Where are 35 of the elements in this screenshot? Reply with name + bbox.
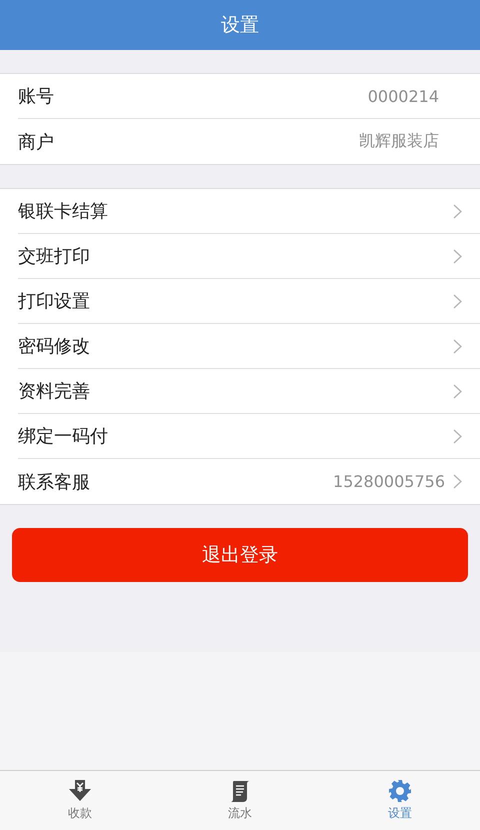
chevron-icon xyxy=(453,294,462,308)
tab[interactable]: 流水 xyxy=(160,771,320,830)
chevron-icon xyxy=(453,428,462,444)
chevron-icon xyxy=(453,338,462,354)
row-label: 账号 xyxy=(18,85,55,108)
row-value: 0000214 xyxy=(368,86,439,106)
menu-item[interactable]: 联系客服 15280005756 xyxy=(18,459,480,504)
menu-label: 密码修改 xyxy=(18,335,91,358)
logout-button[interactable]: 退出登录 xyxy=(12,528,468,582)
tab[interactable]: 收款 xyxy=(0,771,160,830)
menu-label: 联系客服 xyxy=(18,470,91,494)
tab-label: 设置 xyxy=(388,805,412,822)
menu-item[interactable]: 银联卡结算 xyxy=(18,189,480,234)
menu-item[interactable]: 绑定一码付 xyxy=(18,414,480,459)
menu-item[interactable]: 资料完善 xyxy=(18,369,480,414)
row-label: 商户 xyxy=(18,130,55,154)
menu-label: 打印设置 xyxy=(18,290,91,313)
menu-label: 绑定一码付 xyxy=(18,425,109,448)
row-value: 凯辉服装店 xyxy=(359,131,439,152)
chevron-icon xyxy=(453,248,462,264)
download-arrow-icon xyxy=(68,779,92,803)
menu-label: 交班打印 xyxy=(18,245,91,268)
chevron-icon xyxy=(453,384,462,398)
menu-label: 资料完善 xyxy=(18,380,91,403)
menu-item[interactable]: 打印设置 xyxy=(18,279,480,324)
page-title: 设置 xyxy=(221,13,259,38)
chevron-icon xyxy=(453,474,462,489)
menu-item[interactable]: 密码修改 xyxy=(18,324,480,369)
phone-number: 15280005756 xyxy=(333,472,445,491)
tab-label: 流水 xyxy=(228,805,252,822)
tab-label: 收款 xyxy=(68,805,92,822)
menu-label: 银联卡结算 xyxy=(18,200,109,223)
chevron-icon xyxy=(453,204,462,218)
menu-item[interactable]: 交班打印 xyxy=(18,234,480,279)
settings-icon xyxy=(388,779,412,803)
